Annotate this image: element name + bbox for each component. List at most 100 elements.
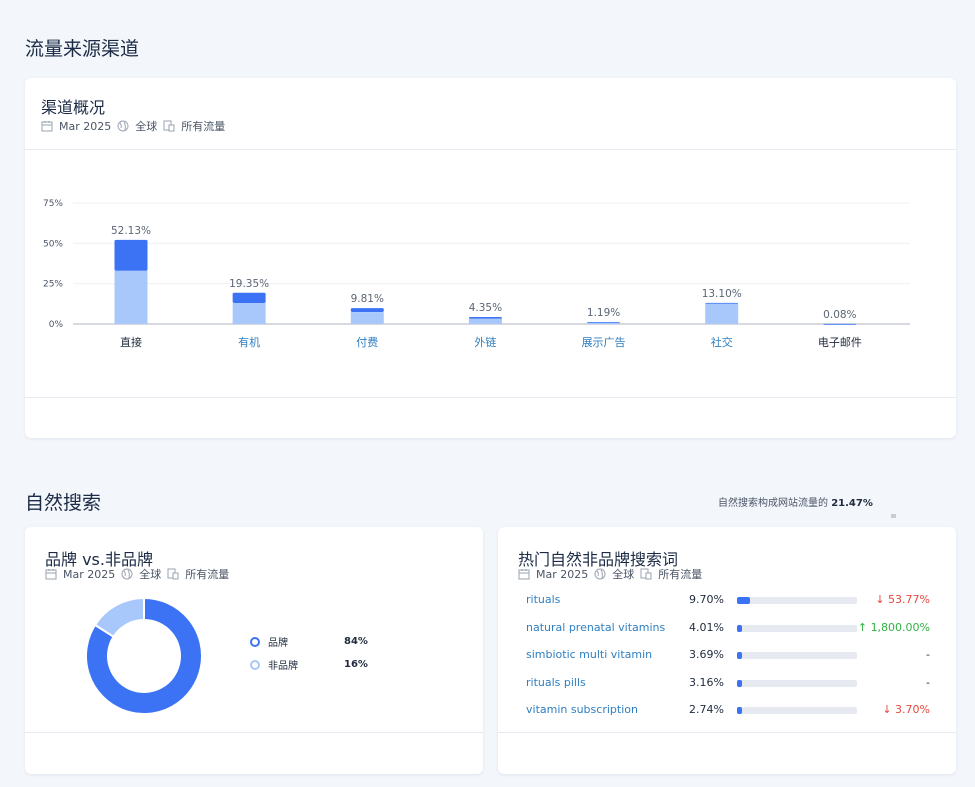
- calendar-icon: [518, 569, 530, 580]
- x-category-label[interactable]: 展示广告: [582, 336, 626, 349]
- y-tick-label: 0%: [49, 320, 64, 330]
- meta-traffic: 所有流量: [185, 568, 230, 581]
- bar-segment-upper[interactable]: [114, 239, 148, 271]
- meta-region: 全球: [612, 568, 635, 581]
- channel-card-title: 渠道概况: [41, 98, 106, 117]
- bar-segment-lower[interactable]: [114, 270, 148, 324]
- legend-dot-icon: [250, 636, 260, 647]
- keyword-share-bar-fill: [737, 597, 750, 604]
- x-category-label: 直接: [120, 335, 142, 349]
- divider: [25, 397, 956, 398]
- legend-nonbrand[interactable]: 非品牌 16%: [250, 657, 368, 672]
- bar-data-label: 0.08%: [823, 309, 856, 321]
- bar-data-label: 9.81%: [351, 293, 384, 305]
- x-category-label: 电子邮件: [818, 336, 862, 349]
- bar-segment-lower[interactable]: [350, 312, 384, 324]
- keyword-share-bar: [737, 707, 857, 714]
- bar-segment-upper[interactable]: [705, 302, 739, 304]
- keyword-share-bar-fill: [737, 679, 742, 687]
- keywords-card: 热门自然非品牌搜索词 Mar 2025 全球 所有流量 rituals 9.70%…: [498, 527, 956, 774]
- meta-region: 全球: [139, 568, 162, 581]
- legend-brand[interactable]: 品牌 84%: [250, 634, 368, 649]
- bar-data-label: 4.35%: [469, 302, 502, 314]
- keyword-share-bar: [737, 679, 857, 687]
- keyword-change: ↓ 53.77%: [875, 593, 930, 606]
- bar-segment-upper[interactable]: [350, 308, 384, 313]
- arrow-down-icon: ↓: [882, 703, 896, 716]
- keyword-change: ↑ 1,800.00%: [858, 621, 930, 634]
- keywords-card-meta: Mar 2025 全球 所有流量: [518, 566, 702, 582]
- meta-date: Mar 2025: [59, 119, 112, 133]
- meta-traffic: 所有流量: [181, 120, 226, 133]
- divider: [25, 149, 956, 150]
- arrow-down-icon: ↓: [875, 593, 889, 606]
- keyword-row[interactable]: rituals pills 3.16% -: [498, 672, 956, 694]
- calendar-icon: [41, 121, 53, 132]
- bar-segment-upper[interactable]: [823, 323, 857, 325]
- divider: [25, 732, 483, 733]
- keyword-row[interactable]: rituals 9.70% ↓ 53.77%: [498, 589, 956, 611]
- divider: [498, 732, 956, 733]
- x-category-label[interactable]: 社交: [711, 335, 733, 349]
- x-category-label[interactable]: 有机: [238, 335, 260, 349]
- bar-segment-lower[interactable]: [705, 303, 739, 324]
- keyword-share: 9.70%: [689, 593, 724, 606]
- organic-share-note: 自然搜索构成网站流量的 21.47%: [718, 494, 873, 509]
- devices-icon: [167, 568, 179, 580]
- scroll-indicator: [891, 514, 896, 518]
- keyword-link[interactable]: rituals: [526, 593, 560, 606]
- keyword-change-value: 53.77%: [888, 593, 930, 606]
- keyword-row[interactable]: simbiotic multi vitamin 3.69% -: [498, 644, 956, 666]
- globe-icon: [121, 568, 133, 580]
- organic-share-value: 21.47%: [831, 498, 873, 509]
- brand-card: 品牌 vs.非品牌 Mar 2025 全球 所有流量 品牌 84% 非品牌 16…: [25, 527, 483, 774]
- keyword-share-bar-fill: [737, 624, 743, 632]
- keyword-change-value: -: [926, 675, 930, 689]
- meta-date: Mar 2025: [63, 567, 116, 581]
- keyword-share-bar: [737, 597, 857, 604]
- keywords-table: rituals 9.70% ↓ 53.77% natural prenatal vit…: [498, 589, 956, 729]
- keyword-share: 3.69%: [689, 648, 724, 661]
- x-category-label[interactable]: 付费: [356, 336, 378, 349]
- bar-segment-lower[interactable]: [468, 318, 502, 324]
- bar-segment-upper[interactable]: [468, 316, 502, 319]
- x-category-label[interactable]: 外链: [474, 335, 496, 349]
- channel-bar-chart: 0% 25% 50% 75% 52.13% 直接 19.35% 有机 9.81% 付费 4.35% 外…: [43, 199, 910, 349]
- keyword-link[interactable]: rituals pills: [526, 676, 586, 689]
- legend-nonbrand-label: 非品牌: [268, 661, 298, 672]
- brand-card-meta: Mar 2025 全球 所有流量: [45, 566, 229, 582]
- keyword-link[interactable]: simbiotic multi vitamin: [526, 648, 652, 661]
- devices-icon: [640, 568, 652, 580]
- bar-data-label: 19.35%: [229, 278, 269, 290]
- keyword-change: -: [926, 648, 930, 661]
- keyword-change-value: -: [926, 648, 930, 661]
- keyword-change: ↓ 3.70%: [882, 703, 930, 716]
- keyword-share: 3.16%: [689, 675, 724, 689]
- y-tick-label: 50%: [43, 239, 63, 249]
- keyword-link[interactable]: vitamin subscription: [526, 703, 638, 716]
- bar-segment-lower[interactable]: [232, 303, 266, 324]
- bar-data-label: 1.19%: [587, 307, 620, 319]
- keyword-share-bar: [737, 652, 857, 659]
- page: 流量来源渠道 渠道概况 Mar 2025 全球 所有流量 0% 25% 50% 75%…: [0, 0, 975, 787]
- keyword-share: 2.74%: [689, 703, 724, 716]
- meta-date: Mar 2025: [536, 567, 589, 581]
- bar-segment-upper[interactable]: [587, 322, 621, 323]
- legend-dot-icon: [250, 659, 260, 670]
- organic-section-title: 自然搜索: [25, 492, 102, 514]
- keyword-change: -: [926, 676, 930, 689]
- channel-card-meta: Mar 2025 全球 所有流量: [41, 118, 225, 134]
- keyword-link[interactable]: natural prenatal vitamins: [526, 621, 665, 634]
- keyword-row[interactable]: natural prenatal vitamins 4.01% ↑ 1,800.00…: [498, 617, 956, 639]
- y-tick-label: 75%: [43, 199, 63, 209]
- bar-segment-upper[interactable]: [232, 292, 266, 304]
- keyword-row[interactable]: vitamin subscription 2.74% ↓ 3.70%: [498, 699, 956, 721]
- traffic-section-title: 流量来源渠道: [25, 38, 140, 60]
- calendar-icon: [45, 569, 57, 580]
- keyword-change-value: 3.70%: [895, 703, 930, 716]
- globe-icon: [594, 568, 606, 580]
- keyword-share-bar: [737, 624, 857, 632]
- keyword-share: 4.01%: [689, 620, 724, 634]
- keyword-share-bar-fill: [737, 707, 742, 714]
- meta-region: 全球: [135, 120, 158, 133]
